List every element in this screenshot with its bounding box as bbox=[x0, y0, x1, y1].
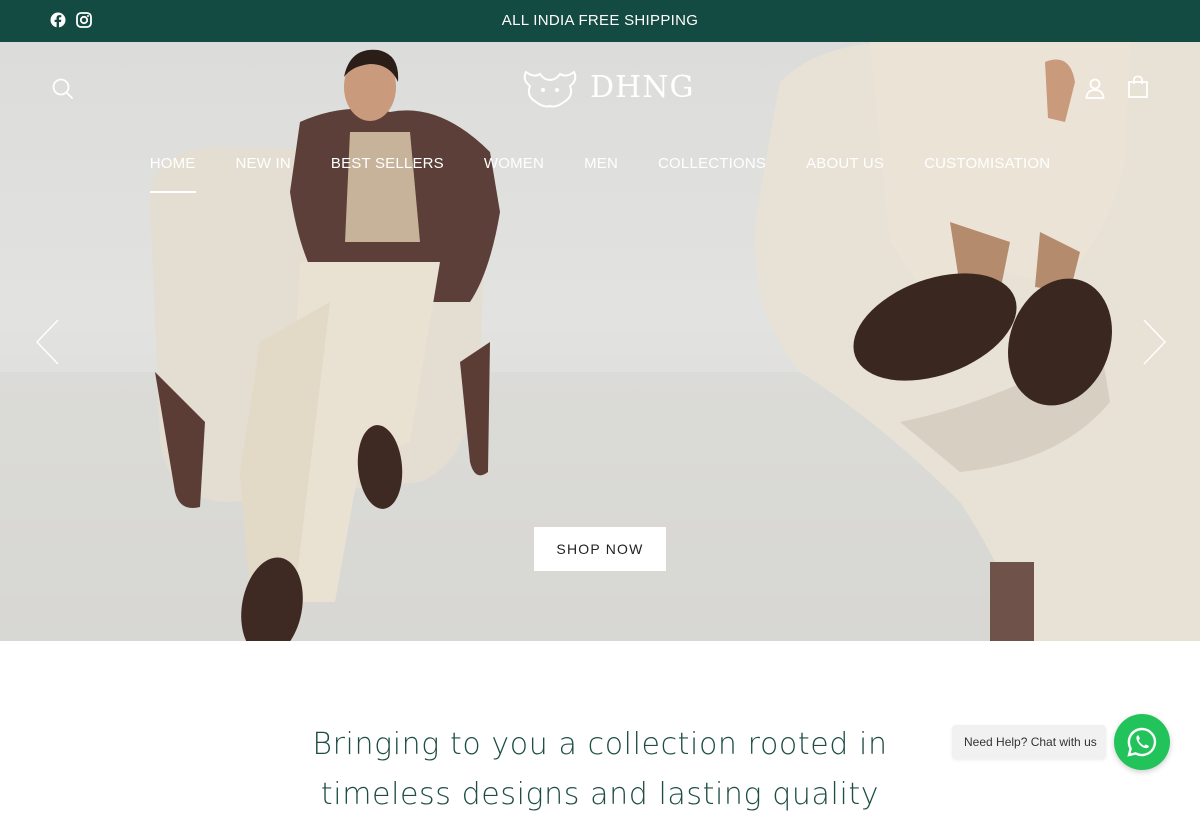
cart-icon[interactable] bbox=[1127, 75, 1149, 104]
search-icon[interactable] bbox=[51, 77, 75, 106]
announcement-bar: ALL INDIA FREE SHIPPING bbox=[0, 0, 1200, 42]
nav-item-collections[interactable]: COLLECTIONS bbox=[658, 153, 766, 193]
brand-logo[interactable]: DHNG bbox=[520, 66, 693, 112]
hero-banner: DHNG HOME NEW IN BEST SELLERS WOMEN MEN … bbox=[0, 42, 1200, 641]
nav-item-about-us[interactable]: ABOUT US bbox=[806, 153, 884, 193]
logo-mark-icon bbox=[523, 70, 577, 108]
whatsapp-chat-button[interactable] bbox=[1114, 714, 1170, 770]
main-nav: HOME NEW IN BEST SELLERS WOMEN MEN COLLE… bbox=[0, 153, 1200, 193]
shop-now-button[interactable]: SHOP NOW bbox=[534, 527, 666, 571]
nav-item-best-sellers[interactable]: BEST SELLERS bbox=[331, 153, 444, 193]
announcement-text: ALL INDIA FREE SHIPPING bbox=[501, 12, 699, 29]
nav-item-new-in[interactable]: NEW IN bbox=[236, 153, 291, 193]
account-icon[interactable] bbox=[1083, 76, 1107, 105]
chevron-right-icon[interactable] bbox=[1138, 318, 1168, 366]
brand-name: DHNG bbox=[590, 70, 695, 105]
chevron-left-icon[interactable] bbox=[34, 318, 64, 366]
nav-item-men[interactable]: MEN bbox=[584, 153, 618, 193]
chat-help-label[interactable]: Need Help? Chat with us bbox=[952, 725, 1106, 759]
nav-item-women[interactable]: WOMEN bbox=[484, 153, 544, 193]
nav-item-home[interactable]: HOME bbox=[149, 153, 196, 193]
intro-heading: Bringing to you a collection rooted in t… bbox=[312, 727, 888, 812]
nav-item-customisation[interactable]: CUSTOMISATION bbox=[924, 153, 1050, 193]
whatsapp-icon bbox=[1127, 727, 1157, 757]
